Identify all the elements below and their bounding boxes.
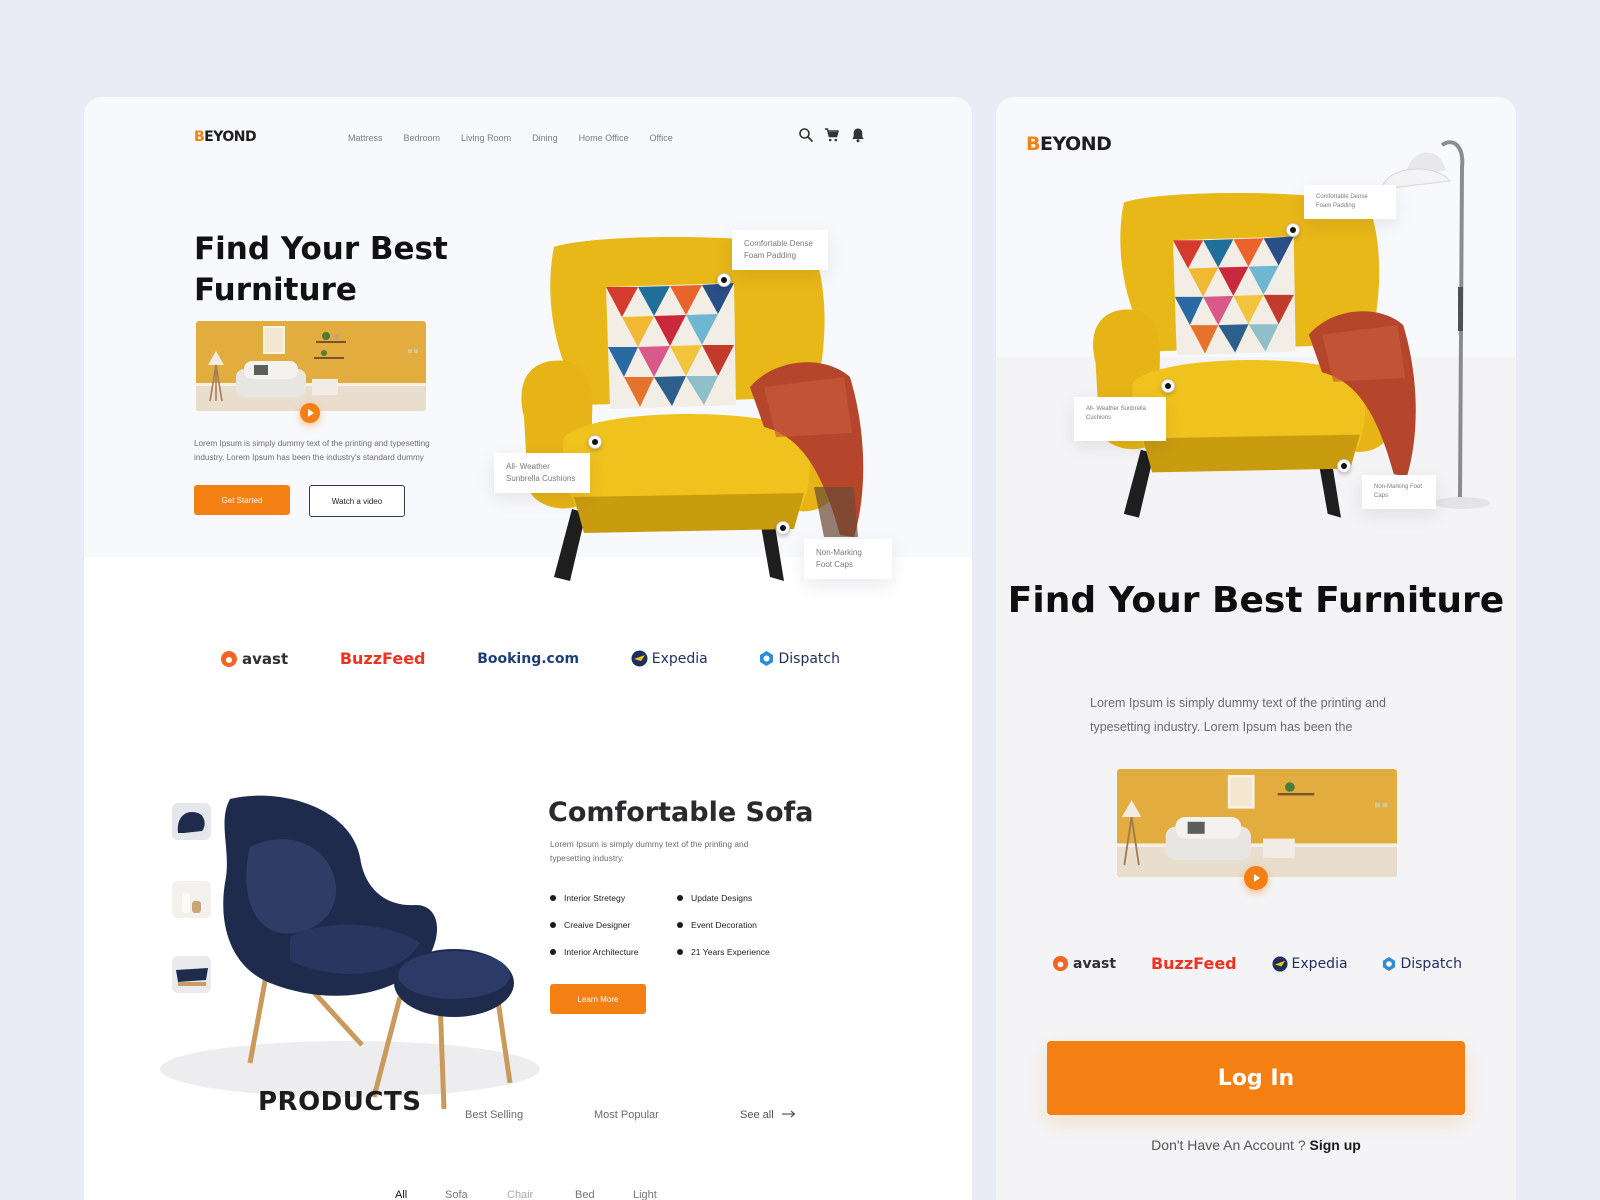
callout-foot-caps: Non-Marking Foot Caps bbox=[804, 539, 892, 579]
tab-most-popular[interactable]: Most Popular bbox=[594, 1109, 659, 1121]
feature-item: Update Designs bbox=[677, 893, 752, 903]
category-sofa[interactable]: Sofa bbox=[445, 1189, 468, 1200]
nav-icons bbox=[798, 127, 866, 143]
watch-video-button[interactable]: Watch a video bbox=[309, 485, 405, 517]
get-started-button[interactable]: Get Started bbox=[194, 485, 290, 515]
hero-video-thumbnail[interactable] bbox=[196, 321, 426, 411]
brand-buzzfeed: BuzzFeed bbox=[1150, 954, 1237, 973]
feature-item: Creaive Designer bbox=[550, 920, 630, 930]
category-bed[interactable]: Bed bbox=[575, 1189, 595, 1200]
callout-cushions: All- Weather Sunbrella Cushions bbox=[494, 453, 590, 493]
arrow-right-icon bbox=[781, 1109, 796, 1121]
desktop-landing-card: BEYOND Mattress Bedroom Living Room Dini… bbox=[84, 97, 972, 1200]
brand-logos: avast BuzzFeed Booking.com Expedia Dispa… bbox=[220, 649, 840, 668]
nav-item-bedroom[interactable]: Bedroom bbox=[404, 133, 441, 143]
hotspot-foot[interactable] bbox=[1337, 459, 1351, 473]
no-account-text: Don't Have An Account ? bbox=[1151, 1137, 1306, 1153]
category-light[interactable]: Light bbox=[633, 1189, 657, 1200]
brand-logo[interactable]: BEYOND bbox=[194, 129, 257, 145]
feature-item: Interior Architecture bbox=[550, 947, 639, 957]
play-icon[interactable] bbox=[1244, 866, 1268, 890]
nav-item-dining[interactable]: Dining bbox=[532, 133, 558, 143]
mobile-video-thumbnail[interactable] bbox=[1117, 769, 1397, 877]
see-all-link[interactable]: See all bbox=[740, 1109, 796, 1121]
tab-best-selling[interactable]: Best Selling bbox=[465, 1109, 523, 1121]
brand-expedia: Expedia bbox=[1272, 956, 1348, 972]
feature-item: Interior Stretegy bbox=[550, 893, 625, 903]
nav-item-living-room[interactable]: Living Room bbox=[461, 133, 511, 143]
category-all[interactable]: All bbox=[395, 1189, 407, 1200]
navy-lounge-chair-image bbox=[160, 795, 540, 1110]
hotspot-cushions[interactable] bbox=[1161, 379, 1175, 393]
sofa-section-description: Lorem Ipsum is simply dummy text of the … bbox=[550, 839, 749, 863]
category-chair[interactable]: Chair bbox=[507, 1189, 533, 1200]
callout-foam-padding: Comfortable Dense Foam Padding bbox=[732, 230, 828, 270]
mobile-brand-logos: avast BuzzFeed Expedia Dispatch bbox=[1052, 954, 1462, 973]
feature-item: 21 Years Experience bbox=[677, 947, 770, 957]
mobile-hero-description: Lorem Ipsum is simply dummy text of the … bbox=[1090, 696, 1386, 734]
main-nav: Mattress Bedroom Living Room Dining Home… bbox=[348, 133, 694, 143]
callout-foam-padding: Comfortable Dense Foam Padding bbox=[1304, 185, 1396, 219]
hotspot-foam[interactable] bbox=[717, 273, 731, 287]
hero-description: Lorem Ipsum is simply dummy text of the … bbox=[194, 439, 430, 462]
callout-cushions: All- Weather Sunbrella Cushions bbox=[1074, 397, 1166, 441]
brand-avast: avast bbox=[220, 650, 288, 668]
cart-icon[interactable] bbox=[824, 127, 840, 143]
mobile-landing-card: BEYOND Comfortable Dense Foam Padding Al… bbox=[996, 97, 1516, 1200]
nav-item-mattress[interactable]: Mattress bbox=[348, 133, 383, 143]
hotspot-foot[interactable] bbox=[776, 521, 790, 535]
login-button[interactable]: Log In bbox=[1047, 1041, 1465, 1115]
signup-prompt: Don't Have An Account ? Sign up bbox=[996, 1137, 1516, 1153]
brand-logo[interactable]: BEYOND bbox=[1026, 133, 1112, 155]
nav-item-office[interactable]: Office bbox=[649, 133, 672, 143]
feature-item: Event Decoration bbox=[677, 920, 757, 930]
brand-dispatch: Dispatch bbox=[759, 650, 840, 667]
mobile-hero-title: Find Your Best Furniture bbox=[1007, 580, 1505, 621]
hero-title: Find Your Best Furniture bbox=[194, 231, 448, 308]
sign-up-link[interactable]: Sign up bbox=[1310, 1137, 1361, 1153]
brand-buzzfeed: BuzzFeed bbox=[339, 649, 426, 668]
brand-expedia: Expedia bbox=[631, 650, 708, 667]
learn-more-button[interactable]: Learn More bbox=[550, 984, 646, 1014]
brand-dispatch: Dispatch bbox=[1382, 956, 1462, 972]
brand-booking: Booking.com bbox=[477, 650, 580, 667]
search-icon[interactable] bbox=[798, 127, 814, 143]
hotspot-foam[interactable] bbox=[1286, 223, 1300, 237]
nav-item-home-office[interactable]: Home Office bbox=[579, 133, 629, 143]
callout-foot-caps: Non-Marking Foot Caps bbox=[1362, 475, 1436, 509]
play-icon[interactable] bbox=[300, 403, 320, 423]
sofa-section-title: Comfortable Sofa bbox=[548, 797, 814, 828]
hotspot-cushions[interactable] bbox=[588, 435, 602, 449]
bell-icon[interactable] bbox=[850, 127, 866, 143]
products-title: PRODUCTS bbox=[258, 1087, 422, 1117]
brand-avast: avast bbox=[1052, 955, 1116, 972]
